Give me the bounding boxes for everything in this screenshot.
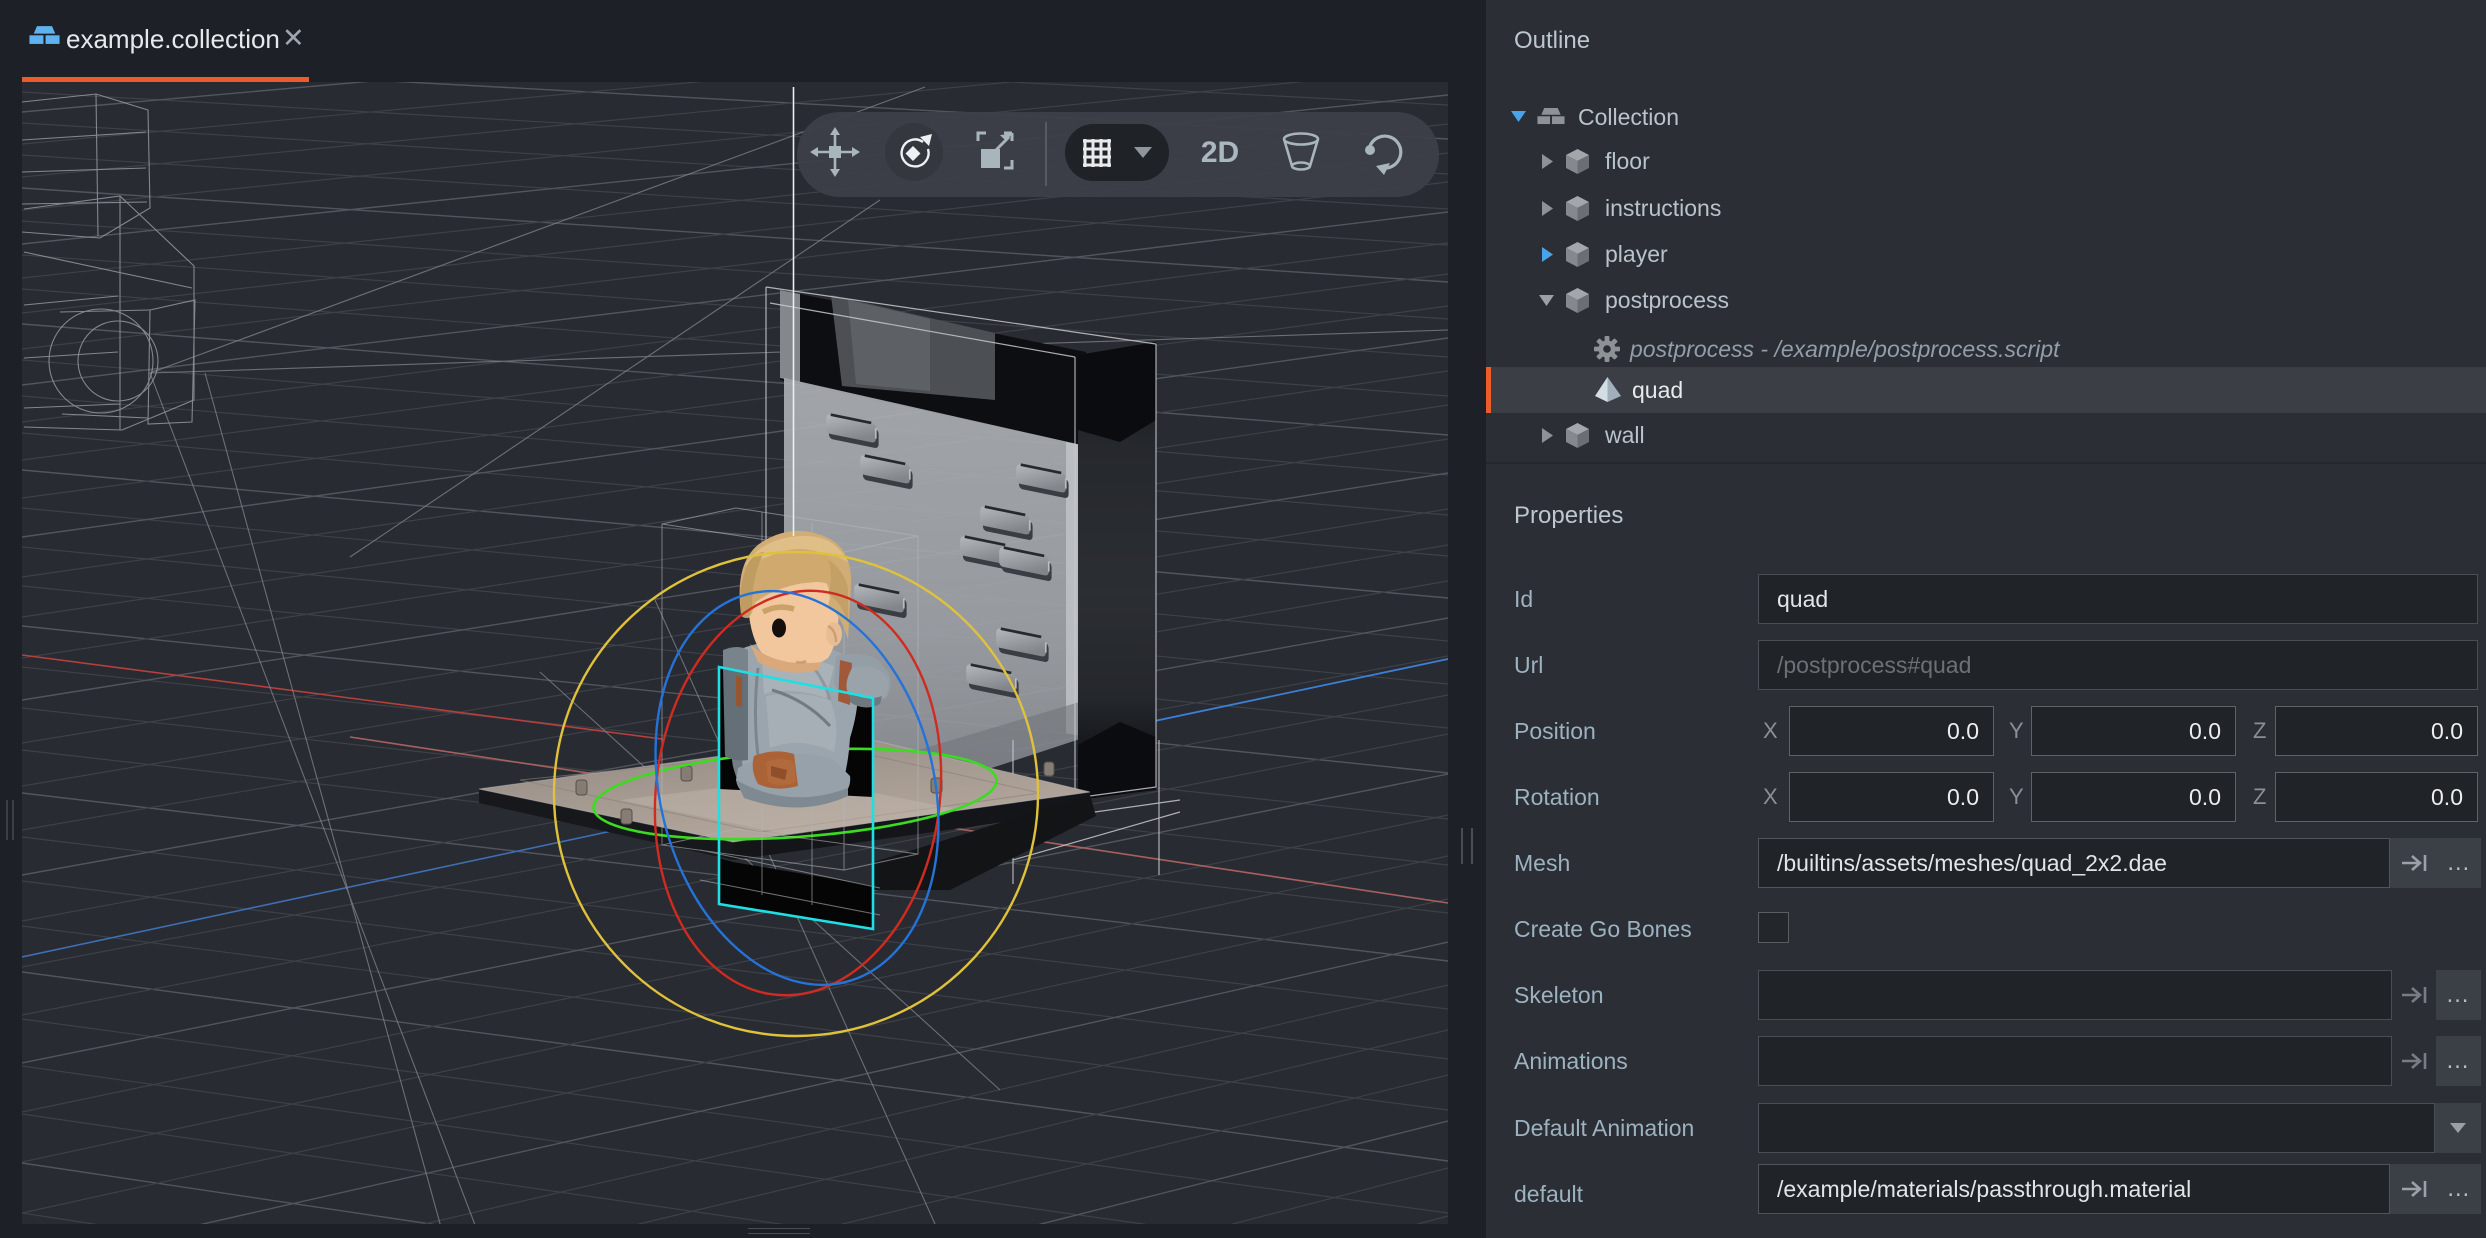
svg-text:2D: 2D [1201,136,1239,169]
